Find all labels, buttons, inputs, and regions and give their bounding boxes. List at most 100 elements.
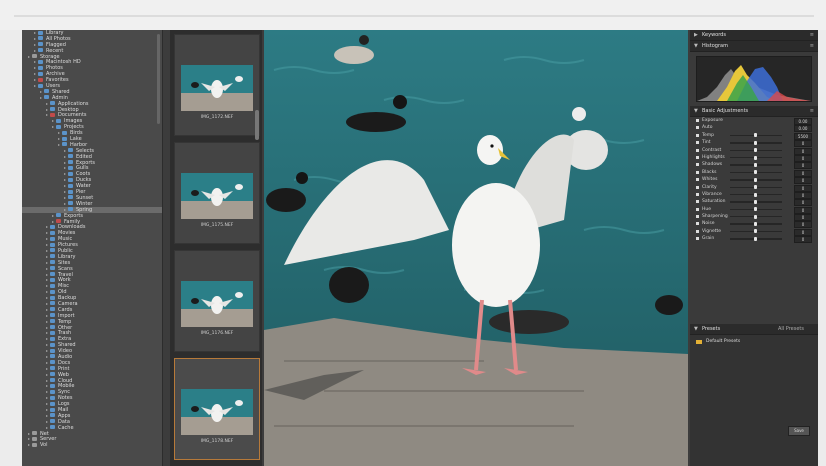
thumbnail[interactable]: IMG_1176.NEF bbox=[174, 250, 260, 352]
folder-icon bbox=[50, 230, 55, 235]
slider-handle[interactable] bbox=[754, 207, 757, 212]
histogram-section-header[interactable]: ▼ Histogram ≡ bbox=[690, 41, 818, 52]
thumbnail-scrollbar[interactable] bbox=[255, 110, 259, 140]
keywords-section-header[interactable]: ▶ Keywords ≡ bbox=[690, 30, 818, 41]
tree-row-label: Vol bbox=[40, 442, 48, 449]
slider-handle[interactable] bbox=[754, 214, 757, 219]
enable-checkbox[interactable] bbox=[696, 192, 699, 196]
adjustment-label: Vignette bbox=[702, 228, 722, 234]
slider-handle[interactable] bbox=[754, 199, 757, 204]
folder-icon bbox=[50, 407, 55, 412]
panel-menu-icon[interactable]: ≡ bbox=[810, 41, 814, 51]
adjustment-slider[interactable] bbox=[730, 177, 782, 182]
folder-icon bbox=[50, 330, 55, 335]
adjustment-row: Clarity 0 bbox=[696, 184, 812, 192]
adjustment-label: Temp bbox=[702, 132, 714, 138]
enable-checkbox[interactable] bbox=[696, 148, 699, 152]
basic-adjustments-header[interactable]: ▼ Basic Adjustments ≡ bbox=[690, 106, 818, 117]
enable-checkbox[interactable] bbox=[696, 207, 699, 211]
presets-section-title: Presets bbox=[702, 326, 721, 332]
thumbnail[interactable]: IMG_1175.NEF bbox=[174, 142, 260, 244]
slider-handle[interactable] bbox=[754, 177, 757, 182]
panel-menu-icon[interactable]: ≡ bbox=[810, 30, 814, 40]
adjustment-slider[interactable] bbox=[730, 192, 782, 197]
folder-icon bbox=[50, 295, 55, 300]
folder-icon bbox=[68, 154, 73, 159]
adjustment-slider[interactable] bbox=[730, 236, 782, 241]
enable-checkbox[interactable] bbox=[696, 229, 699, 233]
enable-checkbox[interactable] bbox=[696, 237, 699, 241]
folder-icon bbox=[50, 425, 55, 430]
enable-checkbox[interactable] bbox=[696, 200, 699, 204]
slider-handle[interactable] bbox=[754, 170, 757, 175]
enable-checkbox[interactable] bbox=[696, 185, 699, 189]
adjustment-slider[interactable] bbox=[730, 133, 782, 138]
folder-icon bbox=[50, 325, 55, 330]
slider-handle[interactable] bbox=[754, 133, 757, 138]
slider-handle[interactable] bbox=[754, 192, 757, 197]
folder-icon bbox=[62, 130, 67, 135]
presets-section-header[interactable]: ▼ Presets All Presets bbox=[690, 324, 818, 335]
adjustment-value-field[interactable]: 0 bbox=[794, 236, 812, 244]
folder-icon bbox=[50, 277, 55, 282]
enable-checkbox[interactable] bbox=[696, 163, 699, 167]
adjustment-slider[interactable] bbox=[730, 222, 782, 227]
adjustment-slider[interactable] bbox=[730, 170, 782, 175]
adjustment-slider[interactable] bbox=[730, 207, 782, 212]
enable-checkbox[interactable] bbox=[696, 215, 699, 219]
enable-checkbox[interactable] bbox=[696, 178, 699, 182]
slider-handle[interactable] bbox=[754, 236, 757, 241]
histogram-section-title: Histogram bbox=[702, 43, 728, 49]
enable-checkbox[interactable] bbox=[696, 126, 699, 130]
histogram-graph bbox=[696, 56, 812, 102]
thumbnail-caption: IMG_1178.NEF bbox=[200, 439, 234, 444]
thumbnail[interactable]: IMG_1172.NEF bbox=[174, 34, 260, 136]
thumbnail-strip[interactable]: IMG_1172.NEF IMG_1175.NEF IMG_1176.NEF IMG_… bbox=[170, 30, 262, 466]
slider-handle[interactable] bbox=[754, 229, 757, 234]
enable-checkbox[interactable] bbox=[696, 222, 699, 226]
preset-folder-item[interactable]: Default Presets bbox=[696, 338, 812, 346]
adjustment-label: Sharpening bbox=[702, 214, 728, 220]
panel-menu-icon[interactable]: ≡ bbox=[810, 106, 814, 116]
slider-handle[interactable] bbox=[754, 185, 757, 190]
adjustment-slider[interactable] bbox=[730, 214, 782, 219]
folder-icon bbox=[50, 419, 55, 424]
adjustment-slider[interactable] bbox=[730, 199, 782, 204]
folder-icon bbox=[50, 289, 55, 294]
adjustment-slider[interactable] bbox=[730, 229, 782, 234]
enable-checkbox[interactable] bbox=[696, 155, 699, 159]
enable-checkbox[interactable] bbox=[696, 170, 699, 174]
slider-handle[interactable] bbox=[754, 148, 757, 153]
window-top-strip bbox=[0, 0, 826, 30]
save-preset-button[interactable]: Save bbox=[788, 426, 810, 436]
folder-icon bbox=[50, 348, 55, 353]
folder-icon bbox=[50, 224, 55, 229]
tree-row[interactable]: ▸ Vol bbox=[22, 442, 162, 448]
slider-handle[interactable] bbox=[754, 155, 757, 160]
adjustment-slider[interactable] bbox=[730, 155, 782, 160]
enable-checkbox[interactable] bbox=[696, 133, 699, 137]
slider-handle[interactable] bbox=[754, 162, 757, 167]
presets-filter-dropdown[interactable]: All Presets bbox=[778, 324, 804, 334]
folder-icon bbox=[50, 389, 55, 394]
slider-handle[interactable] bbox=[754, 222, 757, 227]
adjustment-slider[interactable] bbox=[730, 162, 782, 167]
adjustment-slider[interactable] bbox=[730, 140, 782, 145]
folder-icon bbox=[68, 148, 73, 153]
main-photo-view[interactable] bbox=[264, 30, 688, 466]
folder-icon bbox=[50, 413, 55, 418]
folder-icon bbox=[50, 301, 55, 306]
preset-folder-label: Default Presets bbox=[706, 339, 741, 344]
expand-triangle-icon: ▼ bbox=[694, 108, 698, 114]
folder-tree[interactable]: ▸ Library ▸ All Photos ▸ Flagged ▸ Recent ▸ Stora… bbox=[22, 30, 163, 466]
folder-icon bbox=[68, 177, 73, 182]
adjustment-slider[interactable] bbox=[730, 185, 782, 190]
adjustment-slider[interactable] bbox=[730, 148, 782, 153]
enable-checkbox[interactable] bbox=[696, 119, 699, 122]
slider-handle[interactable] bbox=[754, 140, 757, 145]
enable-checkbox[interactable] bbox=[696, 141, 699, 145]
adjustment-rows: Exposure 0.00 Auto 0.00 Temp 5500 Tint 0 Contras… bbox=[690, 117, 818, 244]
thumbnail[interactable]: IMG_1178.NEF bbox=[174, 358, 260, 460]
disk-icon bbox=[32, 431, 37, 436]
folder-icon bbox=[38, 48, 43, 53]
